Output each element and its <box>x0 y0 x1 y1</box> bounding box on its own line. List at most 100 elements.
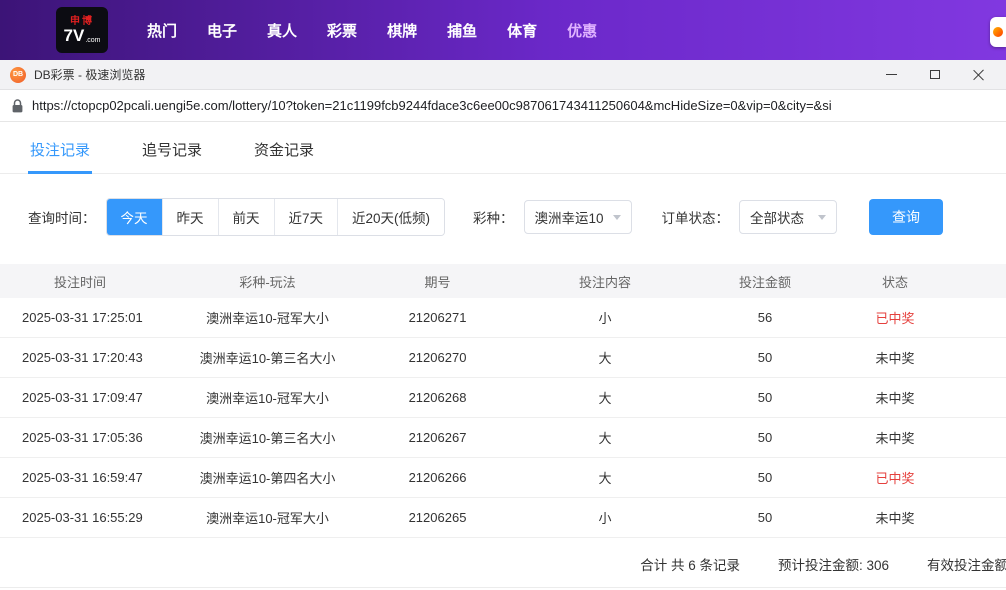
cell-amount: 50 <box>757 350 773 365</box>
cell-amount: 56 <box>757 310 773 325</box>
cell-issue: 21206268 <box>408 390 467 405</box>
table-header: 投注时间 彩种-玩法 期号 投注内容 投注金额 状态 <box>0 264 1006 298</box>
cell-issue: 21206270 <box>408 350 467 365</box>
cell-amount: 50 <box>757 430 773 445</box>
time-option-last20days[interactable]: 近20天(低频) <box>338 199 445 235</box>
browser-app-icon: DB <box>10 66 26 83</box>
logo-main: 7V <box>63 26 85 45</box>
nav-item-live[interactable]: 真人 <box>267 20 297 41</box>
summary-expected-amount: 预计投注金额: 306 <box>777 558 889 573</box>
cell-status: 未中奖 <box>875 391 915 406</box>
summary-bar: 合计 共 6 条记录 预计投注金额: 306 有效投注金额 <box>0 538 1006 588</box>
nav-item-promo[interactable]: 优惠 <box>567 20 597 41</box>
header-bet-time: 投注时间 <box>53 274 106 290</box>
cell-game: 澳洲幸运10-第三名大小 <box>199 431 336 446</box>
cell-content: 大 <box>598 351 612 366</box>
chevron-down-icon <box>612 214 621 220</box>
table-body: 2025-03-31 17:25:01 澳洲幸运10-冠军大小 21206271 小 5… <box>0 298 1006 538</box>
header-bet-content: 投注内容 <box>578 274 631 290</box>
status-select-value: 全部状态 <box>750 211 805 226</box>
nav-item-lottery[interactable]: 彩票 <box>327 20 357 41</box>
cell-content: 大 <box>598 471 612 486</box>
cell-time: 2025-03-31 16:59:47 <box>22 470 143 485</box>
site-navbar: 申博 7V .com 热门 电子 真人 彩票 棋牌 捕鱼 体育 优惠 <box>0 0 1006 60</box>
widget-icon <box>993 27 1003 37</box>
window-title: DB彩票 - 极速浏览器 <box>34 68 146 82</box>
summary-valid-amount: 有效投注金额 <box>927 558 1006 573</box>
cell-issue: 21206271 <box>408 310 467 325</box>
header-bet-amount: 投注金额 <box>738 274 791 290</box>
table-row: 2025-03-31 17:09:47 澳洲幸运10-冠军大小 21206268 大 5… <box>0 378 1006 418</box>
maximize-icon <box>930 70 940 79</box>
filter-bar: 查询时间： 今天 昨天 前天 近7天 近20天(低频) 彩种： 澳洲幸运10 订… <box>28 198 1006 236</box>
logo-suffix: .com <box>85 37 101 44</box>
close-button[interactable] <box>972 68 986 82</box>
cell-status: 已中奖 <box>875 311 915 326</box>
bet-records-table: 投注时间 彩种-玩法 期号 投注内容 投注金额 状态 2025-03-31 17… <box>0 264 1006 538</box>
time-option-today[interactable]: 今天 <box>106 199 163 235</box>
cell-game: 澳洲幸运10-冠军大小 <box>206 511 329 526</box>
nav-item-fishing[interactable]: 捕鱼 <box>447 20 477 41</box>
tab-chase-records[interactable]: 追号记录 <box>142 139 202 173</box>
cell-amount: 50 <box>757 510 773 525</box>
table-row: 2025-03-31 17:05:36 澳洲幸运10-第三名大小 21206267 大… <box>0 418 1006 458</box>
status-filter-label: 订单状态： <box>661 211 730 226</box>
cell-content: 大 <box>598 431 612 446</box>
minimize-icon <box>885 74 897 75</box>
time-option-day-before[interactable]: 前天 <box>218 199 275 235</box>
nav-item-cards[interactable]: 棋牌 <box>387 20 417 41</box>
cell-amount: 50 <box>757 470 773 485</box>
tab-fund-records[interactable]: 资金记录 <box>254 139 314 173</box>
browser-titlebar: DB DB彩票 - 极速浏览器 <box>0 60 1006 90</box>
header-status: 状态 <box>881 274 908 290</box>
cell-time: 2025-03-31 17:25:01 <box>22 310 143 325</box>
nav-item-sports[interactable]: 体育 <box>507 20 537 41</box>
maximize-button[interactable] <box>928 68 942 82</box>
cell-status: 已中奖 <box>875 471 915 486</box>
header-issue: 期号 <box>424 274 451 290</box>
tab-bet-records[interactable]: 投注记录 <box>27 139 93 174</box>
lottery-select-value: 澳洲幸运10 <box>534 211 604 226</box>
cell-content: 小 <box>598 311 612 326</box>
table-row: 2025-03-31 17:20:43 澳洲幸运10-第三名大小 21206270 大… <box>0 338 1006 378</box>
time-filter-group: 今天 昨天 前天 近7天 近20天(低频) <box>105 198 446 236</box>
url-text: https://ctopcp02pcali.uengi5e.com/lotter… <box>32 98 832 113</box>
cell-amount: 50 <box>757 390 773 405</box>
address-bar[interactable]: https://ctopcp02pcali.uengi5e.com/lotter… <box>0 90 1006 122</box>
cell-time: 2025-03-31 17:20:43 <box>22 350 143 365</box>
table-row: 2025-03-31 17:25:01 澳洲幸运10-冠军大小 21206271 小 5… <box>0 298 1006 338</box>
lottery-filter-label: 彩种： <box>473 211 514 226</box>
cell-time: 2025-03-31 17:05:36 <box>22 430 143 445</box>
cell-game: 澳洲幸运10-冠军大小 <box>206 311 329 326</box>
nav-item-hot[interactable]: 热门 <box>147 20 177 41</box>
table-row: 2025-03-31 16:55:29 澳洲幸运10-冠军大小 21206265 小 5… <box>0 498 1006 538</box>
lottery-select[interactable]: 澳洲幸运10 <box>523 200 632 234</box>
table-row: 2025-03-31 16:59:47 澳洲幸运10-第四名大小 21206266 大… <box>0 458 1006 498</box>
floating-widget[interactable] <box>990 17 1006 47</box>
cell-status: 未中奖 <box>875 351 915 366</box>
nav-item-slots[interactable]: 电子 <box>207 20 237 41</box>
cell-issue: 21206266 <box>408 470 467 485</box>
record-tabs: 投注记录 追号记录 资金记录 <box>0 122 1006 174</box>
site-logo[interactable]: 申博 7V .com <box>56 7 108 53</box>
lock-icon <box>12 98 23 112</box>
time-option-yesterday[interactable]: 昨天 <box>162 199 219 235</box>
cell-issue: 21206267 <box>408 430 467 445</box>
site-menu: 热门 电子 真人 彩票 棋牌 捕鱼 体育 优惠 <box>132 20 612 41</box>
cell-time: 2025-03-31 16:55:29 <box>22 510 143 525</box>
cell-status: 未中奖 <box>875 511 915 526</box>
cell-issue: 21206265 <box>408 510 467 525</box>
header-game: 彩种-玩法 <box>239 274 296 290</box>
cell-game: 澳洲幸运10-第四名大小 <box>199 471 336 486</box>
cell-time: 2025-03-31 17:09:47 <box>22 390 143 405</box>
order-status-select[interactable]: 全部状态 <box>739 200 838 234</box>
search-button[interactable]: 查询 <box>869 199 944 235</box>
logo-en-text: 7V .com <box>64 27 101 44</box>
minimize-button[interactable] <box>884 68 898 82</box>
time-filter-label: 查询时间： <box>28 211 96 226</box>
time-option-last7days[interactable]: 近7天 <box>274 199 339 235</box>
cell-content: 大 <box>598 391 612 406</box>
chevron-down-icon <box>818 214 827 220</box>
summary-total-records: 合计 共 6 条记录 <box>640 558 740 573</box>
window-controls <box>884 68 996 82</box>
